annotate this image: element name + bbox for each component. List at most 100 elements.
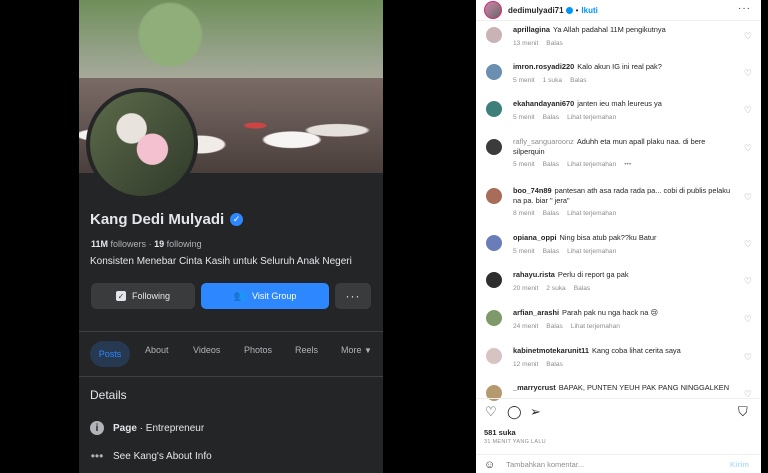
- commenter-username[interactable]: rafly_sanguaroonz: [513, 137, 574, 146]
- tab-reels[interactable]: Reels: [295, 345, 318, 355]
- post-header: dedimulyadi71 • Ikuti ···: [476, 0, 761, 21]
- commenter-avatar[interactable]: [486, 188, 502, 204]
- author-username[interactable]: dedimulyadi71: [508, 6, 564, 15]
- likes-count[interactable]: 581 suka: [484, 428, 516, 437]
- reply-button[interactable]: Balas: [546, 361, 563, 368]
- commenter-username[interactable]: aprillagina: [513, 25, 550, 34]
- reply-button[interactable]: Balas: [570, 77, 587, 84]
- comment-like-heart-icon[interactable]: ♡: [744, 192, 752, 203]
- comment-time: 5 menit: [513, 77, 535, 84]
- comment-like-heart-icon[interactable]: ♡: [744, 352, 752, 363]
- commenter-username[interactable]: rahayu.rista: [513, 270, 555, 279]
- comment-input[interactable]: Tambahkan komentar...: [506, 460, 584, 469]
- comment-item: kabinetmotekarunit11 Kang coba lihat ceri…: [476, 343, 761, 383]
- detail-about-link[interactable]: ••• See Kang's About Info: [90, 449, 212, 463]
- author-avatar[interactable]: [484, 1, 502, 19]
- reply-button[interactable]: Balas: [543, 161, 560, 168]
- post-time: 31 MENIT YANG LALU: [484, 439, 546, 445]
- comment-time: 24 menit: [513, 323, 539, 330]
- see-translation-link[interactable]: Lihat terjemahan: [567, 161, 616, 168]
- tab-photos[interactable]: Photos: [244, 345, 272, 355]
- caret-down-icon: ▼: [364, 346, 372, 355]
- detail-page-category: i Page · Entrepreneur: [90, 421, 204, 435]
- see-translation-link[interactable]: Lihat terjemahan: [567, 248, 616, 255]
- commenter-avatar[interactable]: [486, 272, 502, 288]
- comment-like-heart-icon[interactable]: ♡: [744, 239, 752, 250]
- comment-like-heart-icon[interactable]: ♡: [744, 276, 752, 287]
- comment-time: 5 menit: [513, 114, 535, 121]
- post-comment-button[interactable]: Kirim: [730, 460, 749, 469]
- followers-label[interactable]: followers: [111, 239, 147, 249]
- reply-button[interactable]: Balas: [543, 210, 560, 217]
- comment-bubble-icon[interactable]: ◯: [507, 404, 522, 420]
- comment-meta: 8 menit Balas Lihat terjemahan: [513, 210, 624, 217]
- comment-body: Ning bisa atub pak??ku Batur: [559, 233, 657, 242]
- followers-count[interactable]: 11M: [91, 239, 108, 249]
- page-category: · Entrepreneur: [136, 422, 205, 434]
- comment-like-heart-icon[interactable]: ♡: [744, 314, 752, 325]
- header-separator: •: [575, 5, 579, 15]
- profile-avatar[interactable]: [86, 88, 198, 200]
- see-translation-link[interactable]: Lihat terjemahan: [571, 323, 620, 330]
- reply-button[interactable]: Balas: [574, 285, 591, 292]
- comment-item: rahayu.rista Perlu di report ga pak 20 men…: [476, 267, 761, 307]
- comment-body: Kalo akun IG ini real pak?: [577, 62, 662, 71]
- comment-body: Perlu di report ga pak: [557, 270, 629, 279]
- reply-button[interactable]: Balas: [543, 248, 560, 255]
- comment-meta: 20 menit 2 suka Balas: [513, 285, 598, 292]
- comment-time: 8 menit: [513, 210, 535, 217]
- profile-name-row: Kang Dedi Mulyadi ✓: [90, 211, 244, 228]
- ellipsis-icon: •••: [90, 449, 104, 463]
- comment-text: ekahandayani670 janten ieu mah leureus ya: [513, 99, 735, 109]
- commenter-avatar[interactable]: [486, 139, 502, 155]
- commenter-username[interactable]: boo_74n89: [513, 186, 552, 195]
- commenter-avatar[interactable]: [486, 64, 502, 80]
- about-link-label[interactable]: See Kang's About Info: [113, 451, 212, 462]
- tab-about[interactable]: About: [145, 345, 169, 355]
- info-icon: i: [90, 421, 104, 435]
- emoji-icon[interactable]: ☺: [484, 459, 495, 471]
- like-heart-icon[interactable]: ♡: [485, 404, 497, 420]
- visit-group-button[interactable]: 👥 Visit Group: [201, 283, 329, 309]
- comment-options-icon[interactable]: •••: [624, 161, 631, 168]
- commenter-avatar[interactable]: [486, 101, 502, 117]
- following-button[interactable]: ✓ Following: [91, 283, 195, 309]
- comment-body: Parah pak nu nga hack na 😢: [562, 308, 659, 317]
- tab-more-label: More: [341, 345, 362, 355]
- comment-item: ekahandayani670 janten ieu mah leureus ya…: [476, 96, 761, 136]
- see-translation-link[interactable]: Lihat terjemahan: [567, 114, 616, 121]
- comment-text: aprillagina Ya Allah padahal 11M pengikut…: [513, 25, 735, 35]
- reply-button[interactable]: Balas: [543, 114, 560, 121]
- commenter-username[interactable]: arfian_arashi: [513, 308, 559, 317]
- tab-videos[interactable]: Videos: [193, 345, 220, 355]
- more-options-button[interactable]: ···: [335, 283, 371, 309]
- more-options-icon[interactable]: ···: [738, 3, 751, 14]
- comment-meta: 12 menit Balas: [513, 361, 571, 368]
- commenter-avatar[interactable]: [486, 348, 502, 364]
- bookmark-icon[interactable]: ⛉: [738, 404, 748, 420]
- comment-likes[interactable]: 1 suka: [543, 77, 562, 84]
- commenter-username[interactable]: imron.rosyadi220: [513, 62, 574, 71]
- follow-button[interactable]: Ikuti: [581, 6, 597, 15]
- comment-like-heart-icon[interactable]: ♡: [744, 31, 752, 42]
- commenter-avatar[interactable]: [486, 235, 502, 251]
- following-count[interactable]: 19: [154, 239, 164, 249]
- comment-like-heart-icon[interactable]: ♡: [744, 143, 752, 154]
- tab-more[interactable]: More ▼: [341, 345, 372, 355]
- commenter-avatar[interactable]: [486, 310, 502, 326]
- comment-likes[interactable]: 2 suka: [546, 285, 565, 292]
- commenter-username[interactable]: ekahandayani670: [513, 99, 574, 108]
- see-translation-link[interactable]: Lihat terjemahan: [567, 210, 616, 217]
- reply-button[interactable]: Balas: [546, 40, 563, 47]
- commenter-avatar[interactable]: [486, 27, 502, 43]
- reply-button[interactable]: Balas: [546, 323, 563, 330]
- commenter-username[interactable]: opiana_oppi: [513, 233, 557, 242]
- commenter-username[interactable]: _marrycrust: [513, 383, 556, 392]
- commenter-username[interactable]: kabinetmotekarunit11: [513, 346, 589, 355]
- profile-stats: 11M followers · 19 following: [91, 239, 202, 249]
- following-label[interactable]: following: [167, 239, 202, 249]
- comment-like-heart-icon[interactable]: ♡: [744, 105, 752, 116]
- tab-posts[interactable]: Posts: [90, 341, 130, 367]
- comment-like-heart-icon[interactable]: ♡: [744, 68, 752, 79]
- share-send-icon[interactable]: ➢: [530, 404, 541, 420]
